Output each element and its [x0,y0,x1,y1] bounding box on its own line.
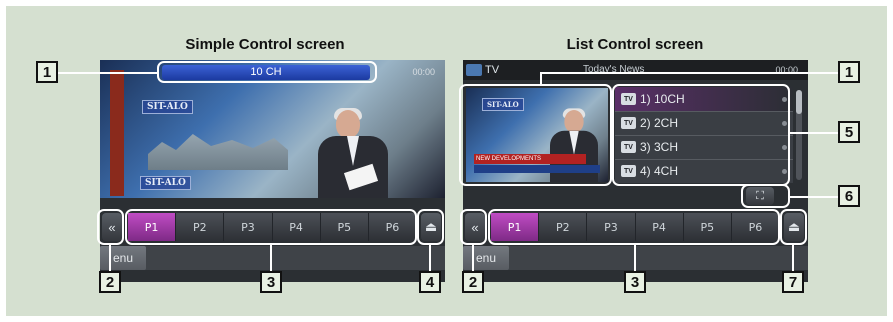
leader-simple-4 [429,245,431,271]
list-callout-thumbnail [459,84,612,186]
callout-number-list-fullscreen: 6 [838,185,860,207]
simple-menu-bar: enu [100,246,445,270]
leader-list-5 [790,132,838,134]
callout-number-list-presets: 3 [624,271,646,293]
callout-number-list-channels: 5 [838,121,860,143]
simple-callout-presets [125,209,417,245]
video-banner-top: SIT-ALO [142,100,193,114]
leader-simple-2 [109,245,111,271]
list-menu-button[interactable]: enu [463,246,509,270]
leader-list-1 [540,72,838,74]
list-callout-fullscreen [741,184,790,208]
callout-number-list-thumbnail: 1 [838,61,860,83]
callout-number-list-back: 2 [462,271,484,293]
leader-list-3 [634,245,636,271]
simple-menu-button[interactable]: enu [100,246,146,270]
news-anchor [318,108,388,198]
simple-clock: 00:00 [412,67,435,77]
list-callout-back [460,209,487,245]
leader-list-7 [792,245,794,271]
leader-list-1-drop [540,72,542,86]
callout-number-simple-back: 2 [99,271,121,293]
simple-control-screen: SIT-ALO SIT-ALO 10 CH 00:00 « P1 P2 P3 P… [100,60,445,282]
leader-list-2 [472,245,474,271]
leader-list-6 [790,196,838,198]
simple-control-heading: Simple Control screen [185,36,345,53]
list-top-bar: TV Today's News 00:00 [463,60,808,80]
simple-callout-title [157,61,377,83]
tv-source-icon [466,64,482,76]
skyline [148,134,288,170]
callout-number-simple-presets: 3 [260,271,282,293]
list-scrollbar[interactable] [796,90,802,180]
list-callout-presets [488,209,780,245]
list-callout-channels [612,84,790,186]
leader-simple-1 [58,72,158,74]
list-callout-eject [780,209,807,245]
list-control-heading: List Control screen [566,36,704,53]
video-banner-bottom: SIT-ALO [140,176,191,190]
callout-number-list-eject: 7 [782,271,804,293]
callout-number-simple-eject: 4 [419,271,441,293]
list-source-label: TV [485,64,500,76]
leader-simple-3 [270,245,272,271]
simple-callout-back [97,209,124,245]
callout-number-simple-title: 1 [36,61,58,83]
scroll-thumb[interactable] [796,90,802,114]
simple-callout-eject [417,209,444,245]
red-pillar [110,70,124,196]
